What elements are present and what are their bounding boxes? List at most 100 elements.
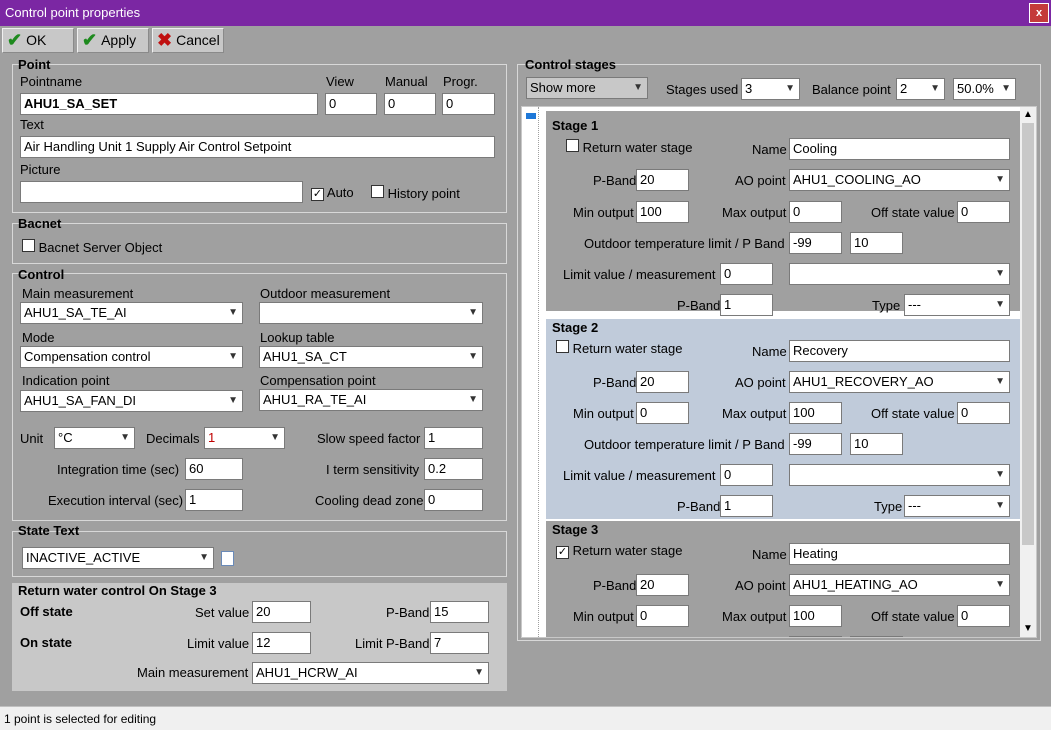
main-measurement-select[interactable]: AHU1_SA_TE_AI ▼	[20, 302, 243, 324]
state-text-section-title: State Text	[18, 523, 80, 538]
outdoor-limit-input[interactable]: -99	[789, 433, 842, 455]
history-checkbox[interactable]: History point	[371, 185, 460, 201]
balance-percent-select[interactable]: 50.0% ▼	[953, 78, 1016, 100]
close-button[interactable]: x	[1029, 3, 1049, 23]
pband-input[interactable]: 20	[636, 169, 689, 191]
rw-pband-input[interactable]: 15	[430, 601, 489, 623]
cooling-dead-zone-input[interactable]: 0	[424, 489, 483, 511]
view-input[interactable]: 0	[325, 93, 377, 115]
pband2-input[interactable]: 1	[720, 294, 773, 316]
scrollbar-thumb[interactable]	[1022, 123, 1034, 545]
min-output-label: Min output	[573, 406, 634, 421]
return-water-checkbox-box[interactable]	[566, 139, 579, 152]
return-water-stage-checkbox[interactable]: Return water stage	[566, 139, 692, 155]
ao-point-select[interactable]: AHU1_HEATING_AO ▼	[789, 574, 1010, 596]
min-output-input[interactable]: 0	[636, 402, 689, 424]
return-water-checkbox-box[interactable]	[556, 340, 569, 353]
auto-checkbox-box[interactable]: ✓	[311, 188, 324, 201]
stage-name-input[interactable]: Cooling	[789, 138, 1010, 160]
show-more-value: Show more	[530, 80, 596, 95]
name-label: Name	[752, 142, 787, 157]
limit-measurement-label: Limit value / measurement	[563, 267, 716, 282]
pointname-input[interactable]: AHU1_SA_SET	[20, 93, 318, 115]
outdoor-pband-input[interactable]: 10	[850, 232, 903, 254]
balance-point-select[interactable]: 2 ▼	[896, 78, 945, 100]
decimals-select[interactable]: 1 ▼	[204, 427, 285, 449]
bacnet-server-checkbox-box[interactable]	[22, 239, 35, 252]
pband2-input[interactable]: 1	[720, 495, 773, 517]
rw-main-measurement-value: AHU1_HCRW_AI	[256, 665, 358, 680]
off-state-value-input[interactable]: 0	[957, 605, 1010, 627]
picture-label: Picture	[20, 162, 61, 177]
main-measurement-label: Main measurement	[22, 286, 134, 301]
history-checkbox-box[interactable]	[371, 185, 384, 198]
progr-input[interactable]: 0	[442, 93, 495, 115]
text-input[interactable]: Air Handling Unit 1 Supply Air Control S…	[20, 136, 495, 158]
slow-speed-label: Slow speed factor	[317, 431, 421, 446]
limit-measurement-select[interactable]: ▼	[789, 464, 1010, 486]
balance-point-label: Balance point	[812, 82, 891, 97]
name-label: Name	[752, 344, 787, 359]
integration-time-input[interactable]: 60	[185, 458, 243, 480]
unit-select[interactable]: °C ▼	[54, 427, 135, 449]
stage-title: Stage 3	[552, 522, 599, 537]
auto-checkbox[interactable]: ✓ Auto	[311, 185, 354, 201]
scroll-up-icon[interactable]: ▲	[1023, 109, 1033, 120]
return-water-checkbox-box[interactable]: ✓	[556, 546, 569, 559]
stages-scrollbar[interactable]: ▲ ▼	[1020, 107, 1036, 637]
slow-speed-input[interactable]: 1	[424, 427, 483, 449]
outdoor-limit-input[interactable]: -99	[789, 232, 842, 254]
compensation-point-select[interactable]: AHU1_RA_TE_AI ▼	[259, 389, 483, 411]
min-output-input[interactable]: 0	[636, 605, 689, 627]
outdoor-measurement-select[interactable]: ▼	[259, 302, 483, 324]
scroll-down-icon[interactable]: ▼	[1023, 623, 1033, 634]
outdoor-limit-label: Outdoor temperature limit / P Band	[584, 236, 785, 251]
return-water-stage-checkbox[interactable]: ✓ Return water stage	[556, 543, 682, 559]
manual-input[interactable]: 0	[384, 93, 436, 115]
cancel-button[interactable]: ✖ Cancel	[152, 28, 224, 53]
state-text-select[interactable]: INACTIVE_ACTIVE ▼	[22, 547, 214, 569]
ok-button[interactable]: ✔ OK	[2, 28, 74, 53]
outdoor-pband-input-partial[interactable]	[850, 636, 903, 637]
return-water-stage-checkbox[interactable]: Return water stage	[556, 340, 682, 356]
stages-used-select[interactable]: 3 ▼	[741, 78, 800, 100]
outdoor-limit-input-partial[interactable]	[789, 636, 842, 637]
limit-pband-label: Limit P-Band	[355, 636, 430, 651]
mode-select[interactable]: Compensation control ▼	[20, 346, 243, 368]
picture-input[interactable]	[20, 181, 303, 203]
type-value: ---	[908, 498, 921, 513]
type-select[interactable]: --- ▼	[904, 294, 1010, 316]
compensation-point-label: Compensation point	[260, 373, 376, 388]
limit-value-input[interactable]: 12	[252, 632, 311, 654]
max-output-input[interactable]: 100	[789, 402, 842, 424]
edit-list-icon[interactable]	[221, 551, 234, 566]
ao-point-select[interactable]: AHU1_RECOVERY_AO ▼	[789, 371, 1010, 393]
stage-name-input[interactable]: Heating	[789, 543, 1010, 565]
max-output-input[interactable]: 0	[789, 201, 842, 223]
pband-input[interactable]: 20	[636, 574, 689, 596]
bacnet-server-checkbox[interactable]: Bacnet Server Object	[22, 239, 162, 255]
limit-value-input[interactable]: 0	[720, 464, 773, 486]
type-select[interactable]: --- ▼	[904, 495, 1010, 517]
lookup-table-select[interactable]: AHU1_SA_CT ▼	[259, 346, 483, 368]
balance-point-value: 2	[900, 81, 908, 96]
limit-measurement-select[interactable]: ▼	[789, 263, 1010, 285]
set-value-input[interactable]: 20	[252, 601, 311, 623]
rw-main-measurement-select[interactable]: AHU1_HCRW_AI ▼	[252, 662, 489, 684]
limit-value-input[interactable]: 0	[720, 263, 773, 285]
stage-name-input[interactable]: Recovery	[789, 340, 1010, 362]
show-more-select[interactable]: Show more ▼	[526, 77, 648, 99]
execution-interval-input[interactable]: 1	[185, 489, 243, 511]
pband-input[interactable]: 20	[636, 371, 689, 393]
control-stages-section-title: Control stages	[525, 57, 617, 72]
limit-pband-input[interactable]: 7	[430, 632, 489, 654]
off-state-value-input[interactable]: 0	[957, 402, 1010, 424]
min-output-input[interactable]: 100	[636, 201, 689, 223]
outdoor-pband-input[interactable]: 10	[850, 433, 903, 455]
off-state-value-input[interactable]: 0	[957, 201, 1010, 223]
indication-point-select[interactable]: AHU1_SA_FAN_DI ▼	[20, 390, 243, 412]
apply-button[interactable]: ✔ Apply	[77, 28, 149, 53]
ao-point-select[interactable]: AHU1_COOLING_AO ▼	[789, 169, 1010, 191]
iterm-input[interactable]: 0.2	[424, 458, 483, 480]
max-output-input[interactable]: 100	[789, 605, 842, 627]
